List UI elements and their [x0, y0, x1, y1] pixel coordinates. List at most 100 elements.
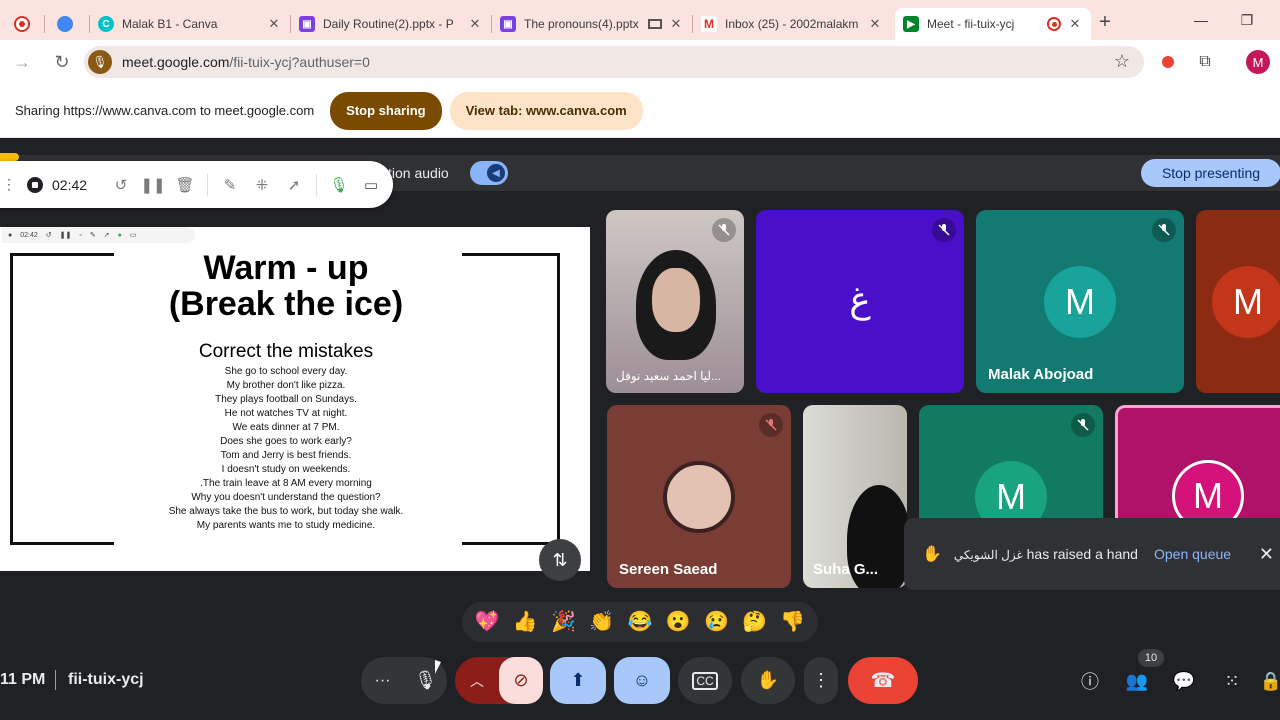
participant-tile[interactable]: Sereen Saead	[607, 405, 791, 588]
slide-title-line1: Warm - up	[203, 249, 369, 287]
speaker-icon: ◀	[487, 164, 505, 182]
reaction-sad[interactable]: 😢	[704, 612, 729, 632]
tab-daily-routine[interactable]: ▣ Daily Routine(2).pptx - P ✕	[291, 8, 491, 40]
recording-extension-icon[interactable]	[1156, 50, 1180, 74]
more-audio-options-icon[interactable]: ···	[361, 672, 404, 690]
tab-sharing-bar: Sharing https://www.canva.com to meet.go…	[0, 84, 1280, 138]
gmail-icon: M	[701, 16, 717, 32]
close-tab-icon[interactable]: ✕	[1067, 16, 1083, 32]
meet-icon: ▶	[903, 16, 919, 32]
raise-hand-icon: ✋	[756, 670, 780, 690]
stop-presenting-button[interactable]: Stop presenting	[1141, 159, 1280, 187]
meeting-details-icon[interactable]: ⓘ	[1074, 665, 1106, 697]
tab-gmail[interactable]: M Inbox (25) - 2002malakm ✕	[693, 8, 891, 40]
address-bar[interactable]: 🎙 meet.google.com/fii-tuix-ycj?authuser=…	[84, 46, 1144, 78]
drag-handle-icon[interactable]: ⋮	[2, 176, 16, 193]
end-call-icon: ☎	[870, 670, 896, 692]
mini-pause-icon: ❚❚	[59, 232, 72, 239]
captions-icon: CC	[692, 671, 718, 690]
grid-icon[interactable]: ⁜	[246, 176, 278, 194]
microphone-icon[interactable]: 🎙	[323, 176, 355, 194]
participant-avatar	[663, 461, 735, 533]
participant-tile[interactable]: Suha G...	[803, 405, 907, 588]
extensions-icon[interactable]: ⧉	[1193, 50, 1217, 74]
slide-sentence: Does she goes to work early?	[220, 436, 352, 447]
tab-title: Inbox (25) - 2002malakm	[725, 17, 859, 31]
reactions-button[interactable]: ☺	[614, 657, 670, 704]
slide-sentence: Why you doesn't understand the question?	[191, 492, 381, 503]
reaction-heart[interactable]: 💖	[475, 612, 500, 632]
participant-tile[interactable]: غ	[756, 210, 964, 393]
camera-icon[interactable]: ▭	[355, 176, 387, 194]
participant-face	[652, 268, 700, 332]
slide-sentence: She always take the bus to work, but tod…	[168, 506, 404, 517]
reaction-laugh[interactable]: 😂	[628, 612, 653, 632]
tab-meet[interactable]: ▶ Meet - fii-tuix-ycj ✕	[895, 8, 1091, 40]
view-tab-button[interactable]: View tab: www.canva.com	[449, 91, 643, 130]
delete-icon[interactable]: 🗑	[169, 176, 201, 194]
reaction-clap[interactable]: 👏	[589, 612, 614, 632]
cursor-icon[interactable]: ➚	[278, 176, 310, 194]
presentation-audio-toggle[interactable]: ◀	[470, 161, 508, 185]
participant-tile[interactable]: ليا احمد سعيد نوفل...	[606, 210, 744, 393]
slide-sentence: .The train leave at 8 AM every morning	[200, 478, 372, 489]
raise-hand-button[interactable]: ✋	[741, 657, 795, 704]
reaction-party[interactable]: 🎉	[551, 612, 576, 632]
swap-layout-button[interactable]: ⇅	[539, 539, 581, 581]
more-options-button[interactable]: ⋮	[804, 657, 838, 704]
stop-recording-button[interactable]	[27, 176, 43, 193]
tab-canva[interactable]: C Malak B1 - Canva ✕	[90, 8, 290, 40]
tab-pronouns[interactable]: ▣ The pronouns(4).pptx ✕	[492, 8, 692, 40]
mini-restart-icon: ↺	[45, 232, 52, 239]
stop-sharing-button[interactable]: Stop sharing	[330, 91, 442, 130]
pause-icon[interactable]: ❚❚	[137, 176, 169, 194]
presentation-audio-label: tion audio	[388, 165, 449, 181]
tab-title: Meet - fii-tuix-ycj	[927, 17, 1015, 31]
profile-avatar[interactable]: M	[1246, 50, 1270, 74]
url-host: meet.google.com	[122, 54, 230, 70]
chat-icon[interactable]: 💬	[1168, 665, 1200, 697]
restart-icon[interactable]: ↺	[105, 176, 137, 194]
participant-name: Malak Abojoad	[988, 366, 1094, 383]
activities-icon[interactable]: ⁙	[1216, 665, 1248, 697]
close-tab-icon[interactable]: ✕	[867, 16, 883, 32]
reaction-thumbs-up[interactable]: 👍	[513, 612, 538, 632]
tab-recording[interactable]	[0, 8, 44, 40]
mini-recorder-toolbar: ● 02:42 ↺ ❚❚ ▫ ✎ ➚ ● ▭	[2, 227, 195, 243]
open-queue-button[interactable]: Open queue	[1154, 546, 1231, 562]
muted-microphone-icon	[1152, 218, 1176, 242]
notification-message: has raised a hand	[1026, 546, 1138, 562]
close-tab-icon[interactable]: ✕	[467, 16, 483, 32]
chevron-up-icon[interactable]: ︿	[455, 671, 499, 691]
pen-icon[interactable]: ✎	[214, 176, 246, 194]
participant-avatar: M	[1212, 266, 1280, 338]
notification-participant-name: غزل الشويكي	[953, 548, 1023, 562]
bookmark-star-icon[interactable]: ☆	[1114, 51, 1130, 72]
reaction-surprised[interactable]: 😮	[666, 612, 691, 632]
close-tab-icon[interactable]: ✕	[266, 16, 282, 32]
meeting-clock: 11 PM	[0, 671, 46, 688]
microphone-permission-icon[interactable]: 🎙	[88, 50, 112, 74]
tab-extension[interactable]	[45, 8, 89, 40]
divider	[55, 670, 56, 690]
close-icon[interactable]: ✕	[1259, 544, 1274, 565]
participant-tile[interactable]: M	[1196, 210, 1280, 393]
close-tab-icon[interactable]: ✕	[668, 16, 684, 32]
mini-recording-timer: 02:42	[20, 231, 38, 239]
presenting-indicator	[0, 153, 19, 161]
forward-button[interactable]: →	[4, 44, 40, 80]
new-tab-button[interactable]: +	[1091, 11, 1119, 34]
host-controls-icon[interactable]: 🔒	[1262, 665, 1280, 697]
people-icon[interactable]: 👥	[1121, 665, 1153, 697]
participant-tile[interactable]: M Malak Abojoad	[976, 210, 1184, 393]
camera-off-icon[interactable]: ⊘	[499, 657, 543, 704]
leave-call-button[interactable]: ☎	[848, 657, 918, 704]
reload-button[interactable]: ↻	[44, 44, 80, 80]
minimize-button[interactable]: —	[1178, 0, 1224, 40]
reaction-thumbs-down[interactable]: 👎	[780, 612, 805, 632]
present-screen-button[interactable]: ⬆	[550, 657, 606, 704]
divider	[316, 173, 318, 196]
reaction-thinking[interactable]: 🤔	[742, 612, 767, 632]
maximize-button[interactable]: ❐	[1224, 0, 1270, 40]
captions-button[interactable]: CC	[678, 657, 732, 704]
